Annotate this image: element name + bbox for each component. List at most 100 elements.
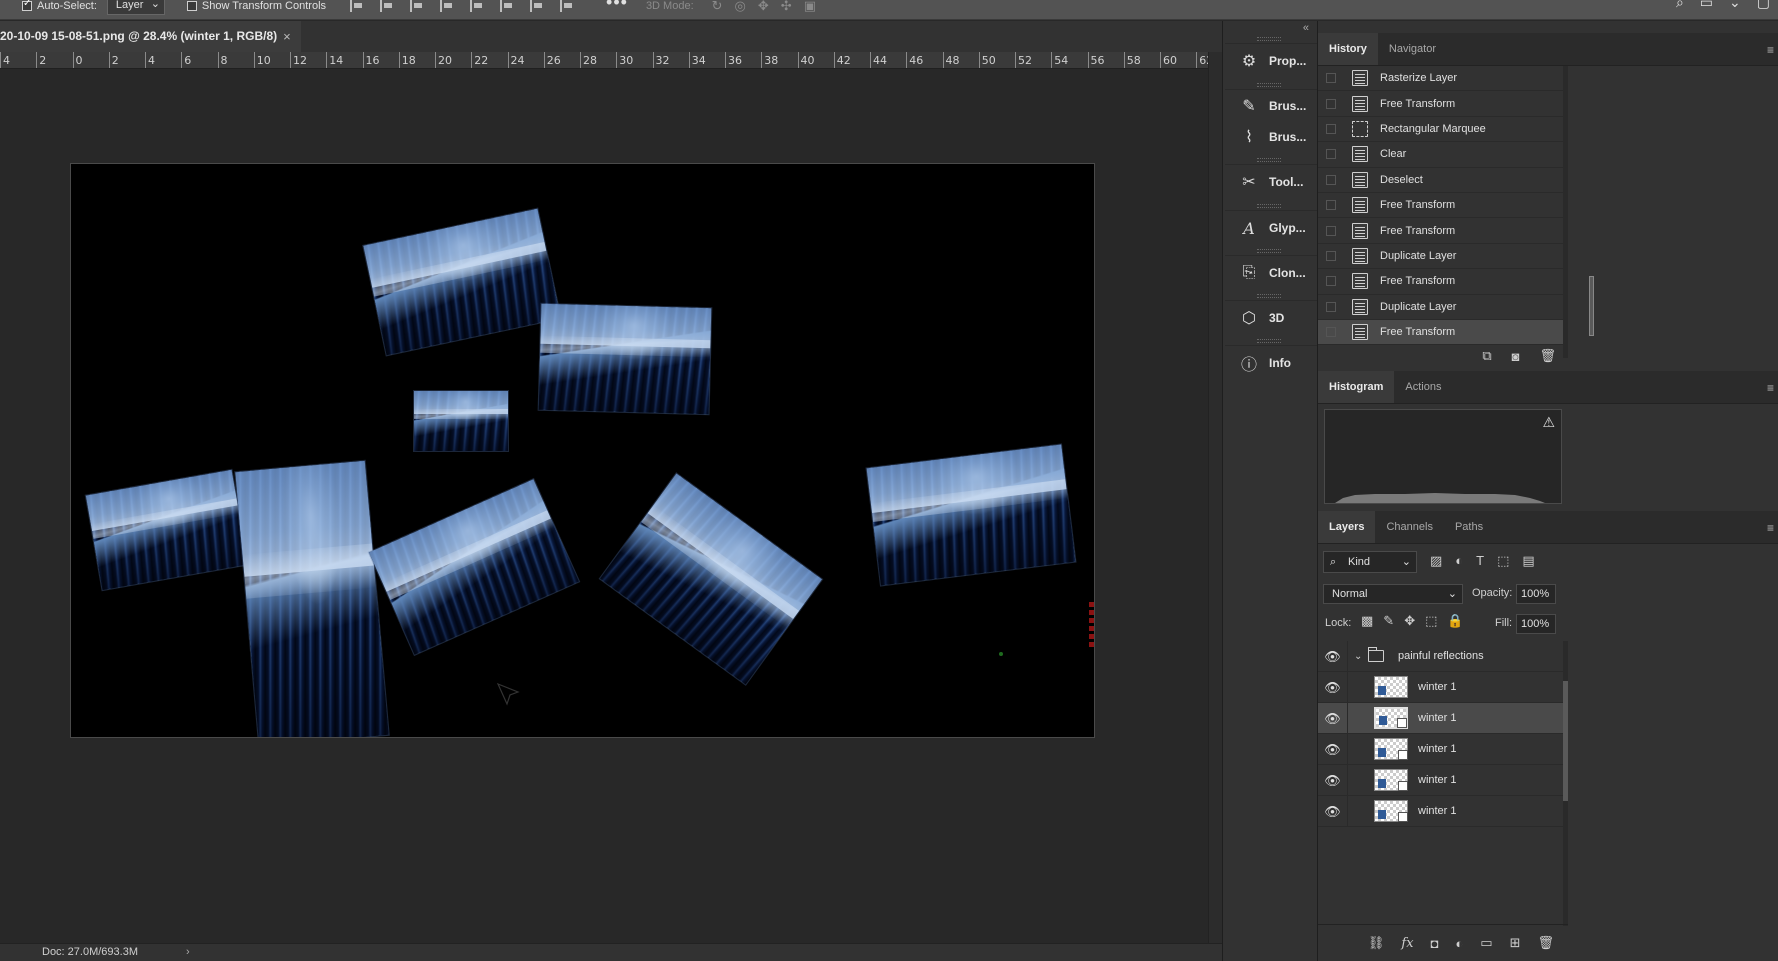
distribute-vertical-icon[interactable] xyxy=(470,0,484,12)
collapse-dock-icon[interactable]: « xyxy=(1303,22,1309,34)
document-canvas[interactable] xyxy=(70,163,1095,738)
dock-grip[interactable] xyxy=(1257,83,1281,87)
dock-grip[interactable] xyxy=(1257,294,1281,298)
align-top-icon[interactable] xyxy=(440,0,454,12)
visibility-eye-icon[interactable]: 👁 xyxy=(1318,671,1348,703)
panel-menu-icon[interactable]: ≡ xyxy=(1767,381,1774,395)
dock-grip[interactable] xyxy=(1257,249,1281,253)
lock-transparent-pixels-icon[interactable]: ▩ xyxy=(1361,613,1373,629)
distribute-bottom-icon[interactable] xyxy=(530,0,544,12)
layer-kind-filter[interactable]: ⌕ Kind ⌄ xyxy=(1323,551,1417,573)
blend-mode-dropdown[interactable]: Normal ⌄ xyxy=(1323,584,1463,604)
snapshot-source-checkbox[interactable] xyxy=(1326,276,1336,287)
3d-drag-icon[interactable]: ✥ xyxy=(758,0,769,14)
chevron-down-icon[interactable]: ⌄ xyxy=(1354,651,1368,662)
history-state-row[interactable]: Duplicate Layer xyxy=(1318,244,1563,270)
tab-history[interactable]: History xyxy=(1318,33,1378,65)
winter-photo[interactable] xyxy=(85,469,249,591)
history-state-row[interactable]: Free Transform xyxy=(1318,193,1563,219)
dock-item-info[interactable]: ⓘ Info xyxy=(1225,346,1317,380)
auto-select-checkbox[interactable]: Auto-Select: xyxy=(22,0,97,12)
share-icon[interactable]: ▢ xyxy=(1757,0,1770,11)
history-state-row[interactable]: Rectangular Marquee xyxy=(1318,117,1563,143)
dock-item-tool-presets[interactable]: ✂ Tool... xyxy=(1225,165,1317,199)
opacity-field[interactable]: 100% xyxy=(1516,584,1556,604)
checkbox-icon[interactable] xyxy=(186,0,197,11)
history-state-row[interactable]: Rasterize Layer xyxy=(1318,66,1563,92)
visibility-eye-icon[interactable]: 👁 xyxy=(1318,764,1348,796)
lock-artboard-icon[interactable]: ⬚ xyxy=(1425,613,1437,629)
canvas-area[interactable] xyxy=(0,70,1208,942)
layer-thumbnail[interactable] xyxy=(1374,769,1408,791)
warning-icon[interactable]: ⚠ xyxy=(1542,414,1555,431)
align-center-icon[interactable] xyxy=(380,0,394,12)
visibility-eye-icon[interactable]: 👁 xyxy=(1318,702,1348,734)
dock-item-brush-settings[interactable]: ✎ Brus... xyxy=(1225,90,1317,121)
dock-item-glyphs[interactable]: A Glyp... xyxy=(1225,211,1317,245)
layer-row[interactable]: 👁 winter 1 xyxy=(1318,764,1563,796)
new-group-icon[interactable]: ▭ xyxy=(1480,935,1492,951)
snapshot-source-checkbox[interactable] xyxy=(1326,200,1336,211)
scrollbar-thumb[interactable] xyxy=(1563,681,1568,801)
dock-grip[interactable] xyxy=(1257,158,1281,162)
new-layer-icon[interactable]: ⊞ xyxy=(1510,935,1521,951)
winter-photo[interactable] xyxy=(369,479,579,655)
dock-grip[interactable] xyxy=(1257,37,1281,41)
layer-thumbnail[interactable] xyxy=(1374,707,1408,729)
align-left-icon[interactable] xyxy=(350,0,364,12)
history-scrollbar[interactable] xyxy=(1563,66,1594,358)
history-state-row[interactable]: Free Transform xyxy=(1318,91,1563,117)
snapshot-source-checkbox[interactable] xyxy=(1326,225,1336,236)
panel-menu-icon[interactable]: ≡ xyxy=(1767,521,1774,535)
dock-item-3d[interactable]: ⬡ 3D xyxy=(1225,301,1317,335)
layer-row[interactable]: 👁 winter 1 xyxy=(1318,733,1563,765)
canvas-scrollbar[interactable] xyxy=(1208,52,1222,943)
status-menu-arrow-icon[interactable]: › xyxy=(186,944,190,961)
winter-photo[interactable] xyxy=(866,444,1076,586)
layer-row[interactable]: 👁 winter 1 xyxy=(1318,702,1563,734)
link-layers-icon[interactable]: ⛓ xyxy=(1368,935,1385,951)
workspace-chevron-icon[interactable]: ⌄ xyxy=(1729,0,1741,11)
layer-thumbnail[interactable] xyxy=(1374,676,1408,698)
snapshot-source-checkbox[interactable] xyxy=(1326,123,1336,134)
adjustment-layer-icon[interactable]: ◐ xyxy=(1455,936,1463,951)
lock-position-icon[interactable]: ✥ xyxy=(1404,613,1415,629)
auto-select-target-dropdown[interactable]: Layer xyxy=(106,0,165,15)
smart-object-filter-icon[interactable]: ▤ xyxy=(1522,553,1534,569)
history-state-row[interactable]: Free Transform xyxy=(1318,269,1563,295)
snapshot-camera-icon[interactable]: ◙ xyxy=(1512,349,1520,364)
history-state-row[interactable]: Deselect xyxy=(1318,168,1563,193)
pixel-layer-filter-icon[interactable]: ▨ xyxy=(1430,553,1442,569)
new-document-from-state-icon[interactable]: ⧉ xyxy=(1482,348,1491,364)
3d-scale-icon[interactable]: ▣ xyxy=(804,0,816,14)
distribute-middle-icon[interactable] xyxy=(500,0,514,12)
snapshot-source-checkbox[interactable] xyxy=(1326,174,1336,185)
dock-item-clone-source[interactable]: ⎘ Clon... xyxy=(1225,256,1317,290)
tab-layers[interactable]: Layers xyxy=(1318,511,1376,543)
scrollbar-thumb[interactable] xyxy=(1589,276,1594,336)
snapshot-source-checkbox[interactable] xyxy=(1326,73,1336,84)
history-state-row[interactable]: Free Transform xyxy=(1318,218,1563,244)
visibility-eye-icon[interactable]: 👁 xyxy=(1318,795,1348,827)
trash-icon[interactable]: 🗑 xyxy=(1539,348,1556,364)
layers-scrollbar[interactable] xyxy=(1563,641,1568,926)
lock-image-pixels-icon[interactable]: ✎ xyxy=(1383,613,1394,629)
winter-photo[interactable] xyxy=(235,460,389,737)
fill-field[interactable]: 100% xyxy=(1516,614,1556,634)
layer-mask-icon[interactable]: ◘ xyxy=(1431,936,1439,951)
snapshot-source-checkbox[interactable] xyxy=(1326,98,1336,109)
layer-thumbnail[interactable] xyxy=(1374,800,1408,822)
align-right-icon[interactable] xyxy=(410,0,424,12)
checkbox-icon[interactable] xyxy=(22,0,32,11)
close-icon[interactable]: × xyxy=(283,21,291,52)
visibility-eye-icon[interactable]: 👁 xyxy=(1318,733,1348,765)
trash-icon[interactable]: 🗑 xyxy=(1537,935,1554,951)
layer-row[interactable]: 👁 winter 1 xyxy=(1318,671,1563,703)
tab-channels[interactable]: Channels xyxy=(1375,511,1443,543)
shape-layer-filter-icon[interactable]: ⬚ xyxy=(1497,553,1509,569)
tab-paths[interactable]: Paths xyxy=(1444,511,1494,543)
layer-thumbnail[interactable] xyxy=(1374,738,1408,760)
distribute-horizontal-icon[interactable] xyxy=(560,0,574,12)
3d-roll-icon[interactable]: ◎ xyxy=(735,0,746,14)
document-tab[interactable]: 20-10-09 15-08-51.png @ 28.4% (winter 1,… xyxy=(0,21,301,52)
